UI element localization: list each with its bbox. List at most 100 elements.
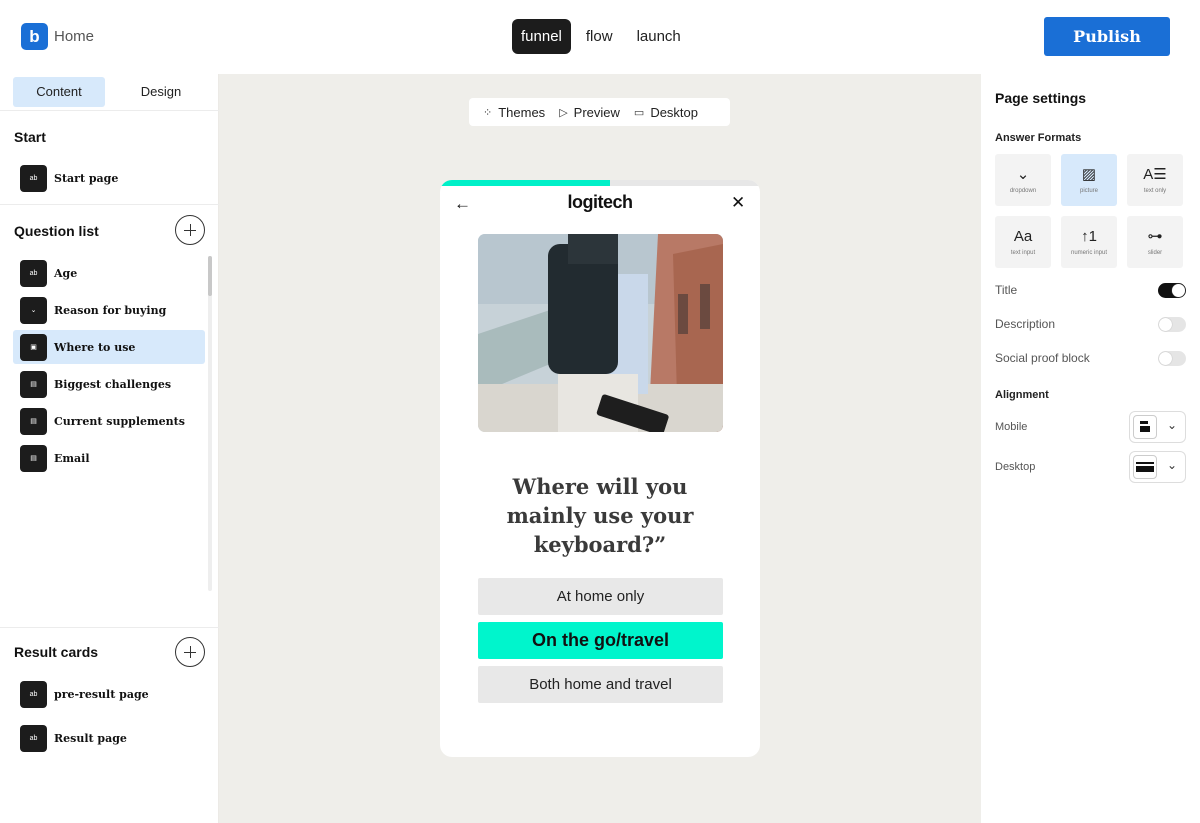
list-item-age[interactable]: ab Age	[13, 256, 205, 290]
list-item-label: Biggest challenges	[54, 377, 172, 391]
list-item-email[interactable]: ▤ Email	[13, 441, 205, 475]
home-link[interactable]: Home	[54, 28, 94, 45]
list-item-label: Reason for buying	[54, 303, 167, 317]
chevron-down-icon: ⌄	[1167, 418, 1178, 432]
mobile-alignment-label: Mobile	[995, 421, 1028, 433]
question-list-scrollbar[interactable]	[208, 256, 212, 591]
text-only-icon: A☰	[1143, 166, 1167, 183]
desktop-alignment-label: Desktop	[995, 461, 1036, 473]
tab-funnel[interactable]: funnel	[512, 19, 571, 54]
desktop-button[interactable]: ▭ Desktop	[634, 105, 698, 120]
scroll-thumb[interactable]	[208, 256, 212, 296]
list-item-current-supplements[interactable]: ▤ Current supplements	[13, 404, 205, 438]
list-item-label: Age	[54, 266, 78, 280]
option-on-the-go[interactable]: On the go/travel	[478, 622, 723, 659]
divider	[0, 204, 219, 205]
question-image	[478, 234, 723, 432]
format-text-only[interactable]: A☰ text only	[1127, 154, 1183, 206]
social-proof-setting-label: Social proof block	[995, 351, 1090, 365]
toggle-knob	[1159, 352, 1172, 365]
top-bar: b Home funnel flow launch Publish	[0, 0, 1200, 74]
toggle-knob	[1159, 318, 1172, 331]
themes-button[interactable]: ⁘ Themes	[483, 105, 545, 120]
list-item-start-page[interactable]: ab Start page	[13, 161, 205, 195]
panel-title: Page settings	[995, 90, 1087, 106]
question-text: Where will you mainly use your keyboard?…	[506, 474, 694, 557]
format-label: picture	[1079, 188, 1098, 194]
tab-content[interactable]: Content	[13, 77, 105, 107]
question-list-title: Question list	[14, 223, 99, 239]
format-dropdown[interactable]: ⌄ dropdown	[995, 154, 1051, 206]
image-icon: ▨	[1081, 166, 1097, 183]
page-icon: ab	[20, 724, 47, 752]
format-label: dropdown	[1009, 188, 1037, 194]
list-item-pre-result-page[interactable]: ab pre-result page	[13, 677, 205, 711]
format-slider[interactable]: ⊶ slider	[1127, 216, 1183, 268]
list-item-result-page[interactable]: ab Result page	[13, 721, 205, 755]
tab-launch[interactable]: launch	[628, 19, 690, 54]
social-proof-toggle[interactable]	[1158, 351, 1186, 366]
align-left-icon	[1133, 415, 1157, 439]
input-icon: ▤	[20, 370, 47, 398]
format-label: text input	[1010, 250, 1036, 256]
add-result-card-button[interactable]	[175, 637, 205, 667]
photo-illustration	[478, 234, 723, 432]
app-logo[interactable]: b	[21, 23, 48, 50]
play-icon: ▷	[559, 106, 568, 119]
list-item-label: Start page	[54, 171, 119, 185]
option-both[interactable]: Both home and travel	[478, 666, 723, 703]
list-item-label: Where to use	[54, 340, 136, 354]
desktop-alignment-select[interactable]: ⌄	[1129, 451, 1186, 483]
list-item-where-to-use[interactable]: ▣ Where to use	[13, 330, 205, 364]
title-setting-label: Title	[995, 283, 1018, 297]
description-setting-label: Description	[995, 317, 1056, 331]
toggle-knob	[1172, 284, 1185, 297]
format-picture[interactable]: ▨ picture	[1061, 154, 1117, 206]
alignment-title: Alignment	[995, 389, 1049, 401]
description-toggle[interactable]	[1158, 317, 1186, 332]
picture-icon: ▣	[20, 333, 47, 361]
dropdown-icon: ⌄	[20, 296, 47, 324]
list-item-label: pre-result page	[54, 687, 149, 701]
page-icon: ab	[20, 164, 47, 192]
list-item-label: Result page	[54, 731, 127, 745]
format-label: numeric input	[1070, 250, 1108, 256]
slider-icon: ⊶	[1147, 228, 1163, 245]
format-numeric-input[interactable]: ↑1 numeric input	[1061, 216, 1117, 268]
option-at-home-only[interactable]: At home only	[478, 578, 723, 615]
editor-canvas: ⁘ Themes ▷ Preview ▭ Desktop ← logitech …	[219, 74, 981, 823]
chevron-down-icon: ⌄	[1167, 458, 1178, 472]
add-question-button[interactable]	[175, 215, 205, 245]
close-icon[interactable]: ✕	[731, 193, 745, 213]
laptop-icon: ▭	[633, 106, 645, 119]
left-sidebar: Content Design Start ab Start page Quest…	[0, 74, 219, 823]
desktop-label: Desktop	[650, 104, 699, 120]
text-icon: ab	[20, 259, 47, 287]
preview-button[interactable]: ▷ Preview	[559, 105, 620, 120]
publish-button[interactable]: Publish	[1044, 17, 1170, 56]
divider	[0, 627, 219, 628]
start-section-title: Start	[14, 129, 46, 145]
list-item-label: Current supplements	[54, 414, 185, 428]
list-item-reason-for-buying[interactable]: ⌄ Reason for buying	[13, 293, 205, 327]
tab-design[interactable]: Design	[115, 77, 207, 107]
tab-flow[interactable]: flow	[577, 19, 622, 54]
chevron-down-icon: ⌄	[1016, 166, 1030, 183]
align-full-icon	[1133, 455, 1157, 479]
mobile-alignment-select[interactable]: ⌄	[1129, 411, 1186, 443]
result-cards-title: Result cards	[14, 644, 99, 660]
input-icon: ▤	[20, 444, 47, 472]
preview-label: Preview	[573, 104, 620, 120]
format-text-input[interactable]: Aa text input	[995, 216, 1051, 268]
progress-bar	[440, 180, 760, 186]
text-input-icon: Aa	[1013, 228, 1033, 245]
numeric-input-icon: ↑1	[1081, 228, 1097, 245]
list-item-label: Email	[54, 451, 90, 465]
phone-preview: ← logitech ✕ Where will you mainly use y…	[440, 180, 760, 757]
page-settings-panel: Page settings Answer Formats ⌄ dropdown …	[981, 74, 1200, 823]
canvas-toolbar: ⁘ Themes ▷ Preview ▭ Desktop	[469, 98, 730, 126]
list-item-biggest-challenges[interactable]: ▤ Biggest challenges	[13, 367, 205, 401]
title-toggle[interactable]	[1158, 283, 1186, 298]
divider	[0, 110, 219, 111]
page-icon: ab	[20, 680, 47, 708]
